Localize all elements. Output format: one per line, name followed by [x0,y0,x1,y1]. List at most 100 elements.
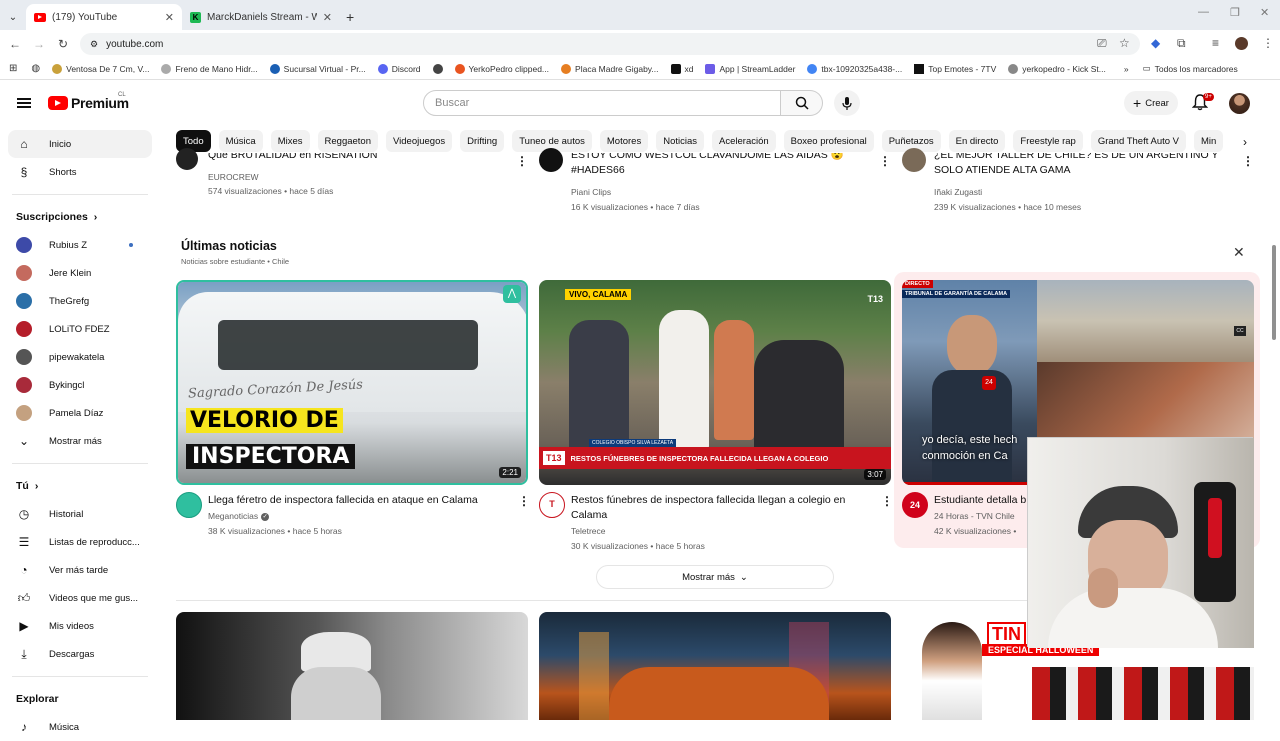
channel-name[interactable]: Teletrece [571,526,606,536]
close-tab-icon[interactable]: ✕ [165,11,174,24]
video-thumbnail[interactable]: Sagrado Corazón De Jesús VELORIO DE INSP… [176,280,528,485]
chip[interactable]: Aceleración [712,130,776,152]
channel-avatar[interactable]: T [539,492,565,518]
search-button[interactable] [781,90,823,116]
sidebar-item-sub[interactable]: Pamela Díaz [0,399,160,427]
channel-avatar[interactable]: 24 [902,492,928,518]
sidebar-item-sub[interactable]: Bykingcl [0,371,160,399]
more-options-icon[interactable]: ⋮ [1242,154,1254,168]
video-title[interactable]: ¿EL MEJOR TALLER DE CHILE? ES DE UN ARGE… [934,153,1234,178]
chip[interactable]: Reggaeton [317,130,378,152]
bookmark-item[interactable]: Sucursal Virtual - Pr... [269,63,366,74]
sidebar-item-playlists[interactable]: ☰ Listas de reproducc... [0,528,160,556]
more-options-icon[interactable]: ⋮ [879,154,891,168]
translate-icon[interactable]: ◆ [1151,36,1160,50]
bookmark-item[interactable]: Top Emotes - 7TV [914,63,996,74]
more-options-icon[interactable]: ⋮ [881,494,893,508]
chip[interactable]: Motores [599,130,649,152]
forward-icon[interactable]: → [27,37,51,51]
globe-icon[interactable]: ◍ [31,63,40,74]
restore-icon[interactable]: ❐ [1230,6,1240,19]
site-info-icon[interactable]: ⚙ [90,39,98,50]
chevron-right-icon[interactable]: › [1243,135,1247,149]
url-field[interactable]: ⚙ youtube.com [80,33,1140,55]
page-scrollbar[interactable] [1272,245,1276,340]
chip[interactable]: Freestyle rap [1013,130,1083,152]
you-header[interactable]: Tú › [0,472,160,500]
show-more-subs[interactable]: ⌄ Mostrar más [0,427,160,455]
bookmark-item[interactable]: YerkoPedro clipped... [454,63,549,74]
bookmark-item[interactable] [432,63,443,74]
guide-menu-icon[interactable] [17,98,31,108]
reload-icon[interactable]: ↻ [51,37,75,51]
minimize-icon[interactable]: — [1198,6,1209,18]
sidebar-item-sub[interactable]: Jere Klein [0,259,160,287]
sidebar-item-sub[interactable]: TheGrefg [0,287,160,315]
tab-kick[interactable]: K MarckDaniels Stream - Watch L ✕ [182,4,340,30]
more-bookmarks-icon[interactable]: » [1124,64,1129,74]
install-app-icon[interactable]: ⎚ [1097,36,1107,51]
profile-icon[interactable] [1235,37,1248,50]
video-title[interactable]: Llega féretro de inspectora fallecida en… [208,493,508,508]
account-avatar[interactable] [1229,93,1250,114]
subscriptions-header[interactable]: Suscripciones › [0,203,160,231]
bookmark-star-icon[interactable]: ☆ [1119,36,1130,50]
bookmark-item[interactable]: Ventosa De 7 Cm, V... [52,63,149,74]
new-tab-icon[interactable]: + [346,4,354,30]
more-options-icon[interactable]: ⋮ [518,494,530,508]
chip[interactable]: Grand Theft Auto V [1090,130,1186,152]
chip[interactable]: Mixes [270,130,310,152]
channel-name[interactable]: Meganoticias [208,511,258,521]
sidebar-item-my-videos[interactable]: ▶ Mis videos [0,612,160,640]
chip[interactable]: Videojuegos [386,130,453,152]
channel-name[interactable]: 24 Horas - TVN Chile [934,511,1015,521]
search-input[interactable]: Buscar [423,90,781,116]
extensions-icon[interactable]: ⧉ [1177,36,1186,51]
bookmark-item[interactable]: yerkopedro - Kick St... [1008,63,1106,74]
sidebar-item-sub[interactable]: pipewakatela [0,343,160,371]
youtube-premium-logo[interactable]: Premium CL [48,92,129,111]
sidebar-item-sub[interactable]: LOLiTO FDEZ [0,315,160,343]
close-tab-icon[interactable]: ✕ [323,11,332,24]
video-title[interactable]: Estudiante detalla b [934,493,1034,508]
close-window-icon[interactable]: ✕ [1260,6,1269,19]
video-thumbnail[interactable] [176,612,528,720]
chip[interactable]: Música [218,130,263,152]
tab-search-button[interactable]: ⌄ [0,4,26,30]
sidebar-item-watch-later[interactable]: ◔ Ver más tarde [0,556,160,584]
video-title[interactable]: ESTOY COMO WESTCOL CLAVANDOME LAS AIDAS … [571,153,861,178]
back-icon[interactable]: ← [3,37,27,51]
sidebar-item-liked[interactable]: 👍︎ Videos que me gus... [0,584,160,612]
channel-avatar[interactable] [176,492,202,518]
video-title[interactable]: Restos fúnebres de inspectora fallecida … [571,493,871,523]
sidebar-item-sub[interactable]: Rubius Z [0,231,160,259]
channel-avatar[interactable] [176,148,198,170]
all-bookmarks-folder[interactable]: ▭ Todos los marcadores [1143,63,1238,74]
video-thumbnail[interactable] [539,612,891,720]
chip[interactable]: En directo [948,130,1006,152]
channel-name[interactable]: EUROCREW [208,172,259,182]
bookmark-item[interactable]: xd [670,63,693,74]
bookmark-item[interactable]: Placa Madre Gigaby... [561,63,659,74]
close-icon[interactable]: ✕ [1233,244,1245,261]
bookmark-item[interactable]: tbx-10920325a438-... [807,63,902,74]
tab-youtube[interactable]: (179) YouTube ✕ [26,4,182,30]
bookmark-item[interactable]: App | StreamLadder [705,63,795,74]
sidebar-item-downloads[interactable]: ⤓ Descargas [0,640,160,668]
bookmark-item[interactable]: Freno de Mano Hidr... [161,63,258,74]
channel-name[interactable]: Iñaki Zugasti [934,187,982,197]
bookmark-item[interactable]: Discord [377,63,421,74]
apps-icon[interactable]: ⊞ [9,63,17,74]
channel-avatar[interactable] [539,148,563,172]
video-title[interactable]: Que BRUTALIDAD en RISENATION [208,153,508,163]
more-options-icon[interactable]: ⋮ [516,154,528,168]
voice-search-button[interactable] [834,90,860,116]
show-more-button[interactable]: Mostrar más ⌄ [596,565,834,589]
sidebar-item-music[interactable]: ♪ Música [0,713,160,741]
sidebar-item-shorts[interactable]: § Shorts [0,158,160,186]
chip[interactable]: Drifting [460,130,505,152]
chip[interactable]: Min [1194,130,1224,152]
sidebar-item-history[interactable]: ◷ Historial [0,500,160,528]
channel-name[interactable]: Piani Clips [571,187,611,197]
menu-icon[interactable]: ⋮ [1262,36,1274,50]
